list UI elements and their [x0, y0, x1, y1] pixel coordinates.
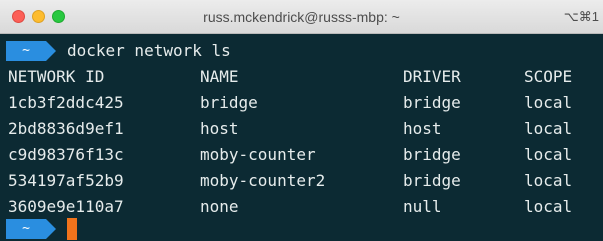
window-title: russ.mckendrick@russs-mbp: ~: [203, 9, 400, 25]
terminal-window: russ.mckendrick@russs-mbp: ~ ⌥⌘1 ~ docke…: [0, 0, 603, 241]
network-name-cell: bridge: [200, 93, 258, 112]
prompt-home-badge: ~: [6, 219, 46, 239]
network-driver-cell: bridge: [403, 93, 461, 112]
network-name-cell: moby-counter: [200, 145, 316, 164]
network-id-cell: 2bd8836d9ef1: [8, 119, 124, 138]
network-scope-cell: local: [524, 171, 573, 190]
network-id-cell: 1cb3f2ddc425: [8, 93, 124, 112]
network-scope-cell: local: [524, 93, 573, 112]
prompt-line: ~ docker network ls: [0, 39, 603, 63]
header-name: NAME: [200, 67, 239, 86]
network-scope-cell: local: [524, 145, 573, 164]
prompt-arrow-icon: [46, 219, 56, 239]
network-driver-cell: bridge: [403, 171, 461, 190]
prompt-home-badge: ~: [6, 41, 46, 61]
table-header-row: NETWORK ID NAME DRIVER SCOPE: [0, 64, 603, 90]
window-shortcut-label: ⌥⌘1: [563, 9, 599, 24]
title-bar[interactable]: russ.mckendrick@russs-mbp: ~ ⌥⌘1: [0, 0, 603, 34]
header-driver: DRIVER: [403, 67, 461, 86]
header-network-id: NETWORK ID: [8, 67, 105, 86]
terminal-output[interactable]: ~ docker network ls NETWORK ID NAME DRIV…: [0, 34, 603, 241]
table-row: 2bd8836d9ef1 host host local: [0, 116, 603, 142]
network-id-cell: 534197af52b9: [8, 171, 124, 190]
table-row: 534197af52b9 moby-counter2 bridge local: [0, 168, 603, 194]
prompt-line-active[interactable]: ~: [0, 217, 603, 241]
prompt-arrow-icon: [46, 41, 56, 61]
table-row: c9d98376f13c moby-counter bridge local: [0, 142, 603, 168]
network-name-cell: moby-counter2: [200, 171, 326, 190]
header-scope: SCOPE: [524, 67, 573, 86]
command-text: docker network ls: [67, 41, 231, 60]
network-scope-cell: local: [524, 119, 573, 138]
network-driver-cell: host: [403, 119, 442, 138]
network-id-cell: c9d98376f13c: [8, 145, 124, 164]
network-driver-cell: bridge: [403, 145, 461, 164]
network-name-cell: host: [200, 119, 239, 138]
text-cursor: [67, 218, 77, 240]
table-row: 1cb3f2ddc425 bridge bridge local: [0, 90, 603, 116]
